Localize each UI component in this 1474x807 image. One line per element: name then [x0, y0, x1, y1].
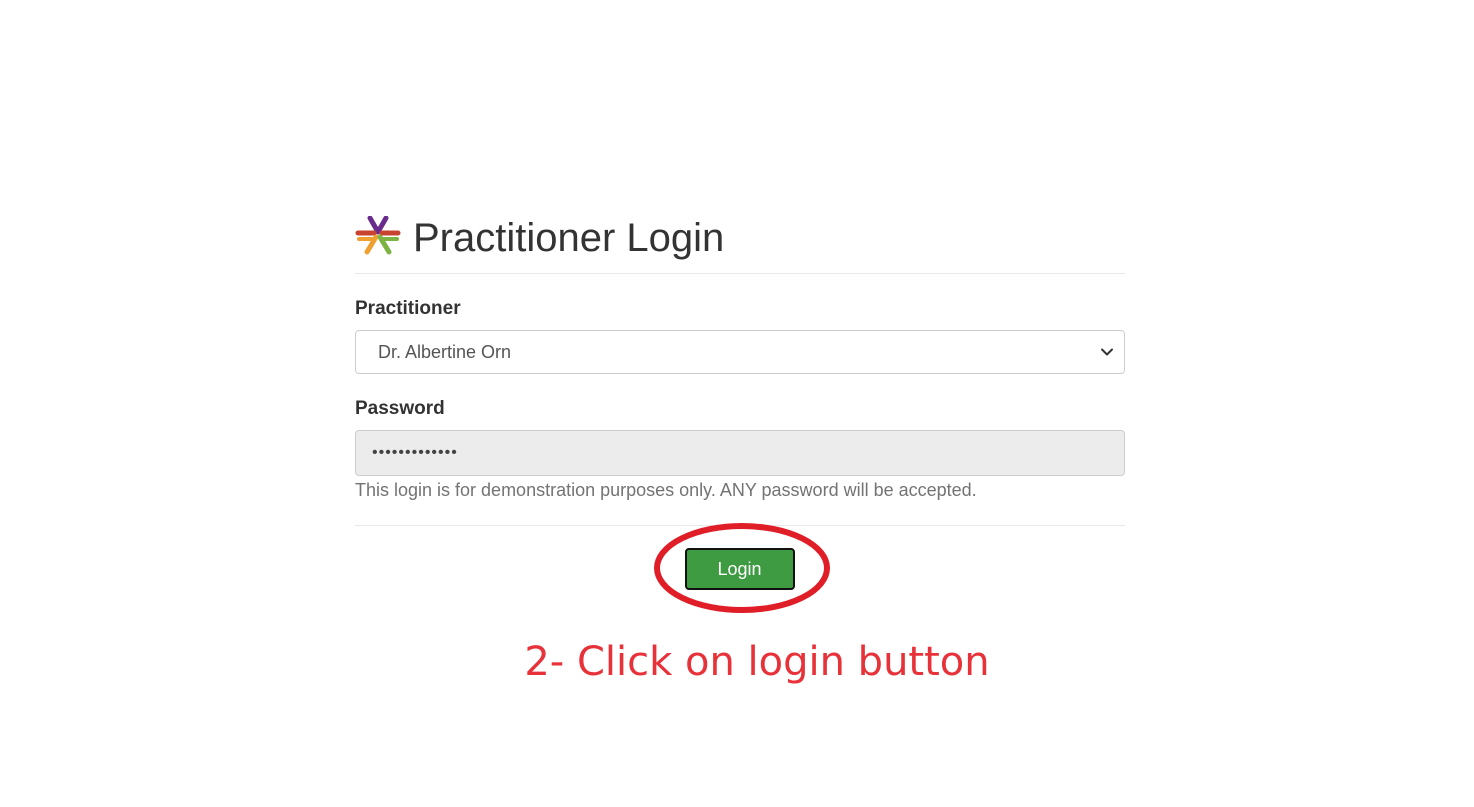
- password-help-text: This login is for demonstration purposes…: [355, 480, 977, 500]
- practitioner-select[interactable]: Dr. Albertine Orn: [355, 330, 1125, 374]
- login-header: Practitioner Login: [355, 205, 1125, 267]
- practitioner-selected-value: Dr. Albertine Orn: [378, 341, 512, 362]
- password-field[interactable]: •••••••••••••: [355, 430, 1125, 476]
- password-value: •••••••••••••: [372, 444, 458, 461]
- chevron-down-icon: [1101, 348, 1113, 356]
- annotation-instruction: 2- Click on login button: [524, 639, 990, 685]
- form-divider: [355, 525, 1125, 526]
- page-title: Practitioner Login: [413, 216, 725, 260]
- login-panel: Practitioner Login Practitioner Dr. Albe…: [355, 205, 1125, 590]
- password-label: Password: [355, 398, 445, 419]
- login-button[interactable]: Login: [684, 548, 795, 590]
- header-divider: [355, 273, 1125, 274]
- button-row: Login: [355, 548, 1125, 590]
- starburst-logo-icon: [355, 216, 401, 255]
- practitioner-label: Practitioner: [355, 298, 461, 319]
